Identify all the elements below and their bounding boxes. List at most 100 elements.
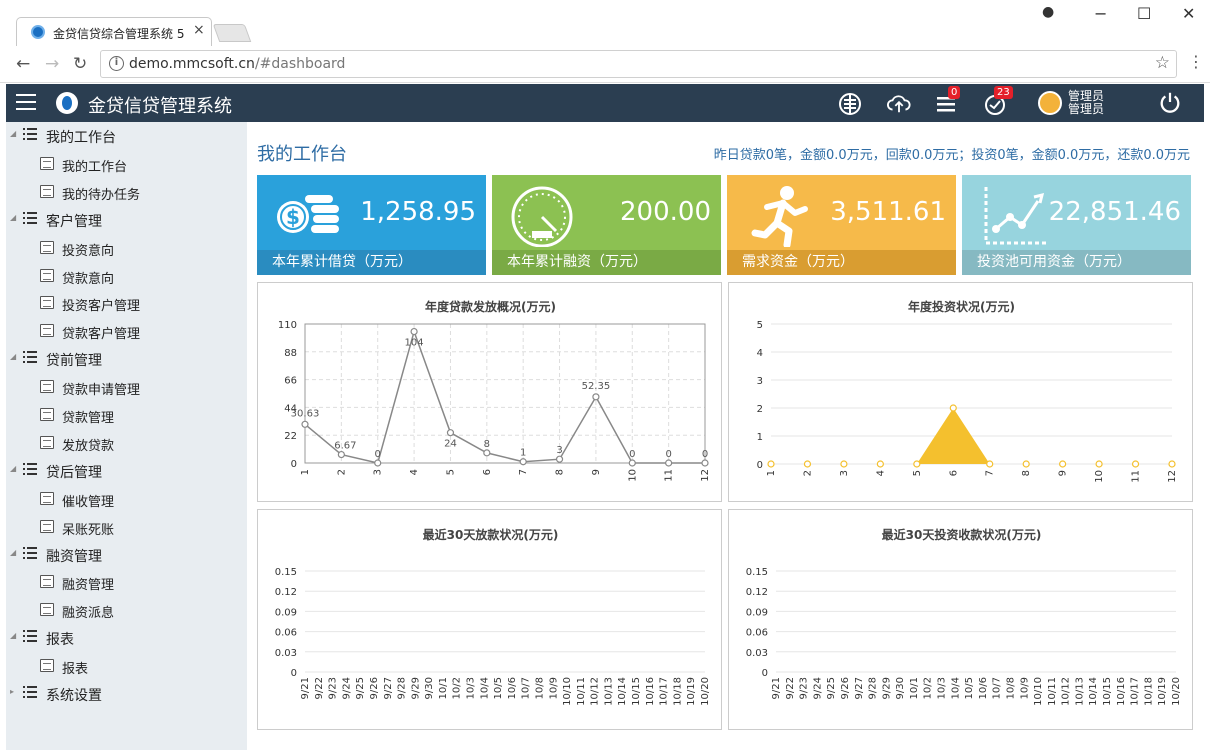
sidebar-item-1-1[interactable]: 贷款意向 — [6, 262, 247, 290]
caret-icon: ◢ — [10, 352, 17, 362]
forward-arrow-icon[interactable]: → — [45, 54, 59, 74]
data-label: 24 — [444, 439, 457, 450]
sidebar-item-1-2[interactable]: 投资客户管理 — [6, 289, 247, 317]
card-annual-financing[interactable]: 200.00 本年累计融资（万元） — [492, 175, 721, 275]
recent-loans-chart-panel: 最近30天放款状况(万元) 0 0.03 0.06 0.09 0.12 0.15 9/21 9/… — [257, 509, 722, 730]
sidebar-item-0-0[interactable]: 我的工作台 — [6, 150, 247, 178]
list-icon — [23, 351, 37, 365]
power-icon[interactable] — [1158, 90, 1182, 114]
sidebar-item-label: 我的工作台 — [62, 159, 128, 175]
hamburger-menu-icon[interactable] — [16, 94, 36, 110]
sidebar-group-1[interactable]: ◢ 客户管理 — [6, 206, 247, 234]
menu-item-icon — [40, 268, 54, 282]
x-tick-label: 10/20 — [700, 677, 711, 706]
data-point — [1022, 460, 1030, 468]
sidebar-item-4-0[interactable]: 融资管理 — [6, 568, 247, 596]
app-logo — [56, 92, 78, 114]
sidebar-item-2-1[interactable]: 贷款管理 — [6, 401, 247, 429]
x-tick-label: 10/13 — [1074, 677, 1085, 706]
x-tick-label: 10/12 — [590, 677, 601, 706]
sidebar-item-3-1[interactable]: 呆账死账 — [6, 513, 247, 541]
annual-loans-chart: 年度贷款发放概况(万元)0224466881101 2 3 4 5 6 7 8 9 10 11 123… — [278, 299, 711, 482]
x-tick-label: 10/1 — [909, 677, 920, 699]
maximize-button[interactable]: ☐ — [1137, 4, 1151, 23]
reload-icon[interactable]: ↻ — [73, 54, 87, 74]
menu-item-icon — [40, 575, 54, 589]
menu-item-icon — [40, 491, 54, 505]
sidebar-item-2-2[interactable]: 发放贷款 — [6, 429, 247, 457]
bookmark-star-icon[interactable]: ☆ — [1155, 53, 1170, 73]
sidebar-group-0[interactable]: ◢ 我的工作台 — [6, 122, 247, 150]
sidebar-item-0-1[interactable]: 我的待办任务 — [6, 178, 247, 206]
cloud-upload-icon[interactable] — [887, 92, 911, 116]
user-name-line2[interactable]: 管理员 — [1068, 103, 1104, 116]
user-avatar[interactable] — [1038, 91, 1062, 115]
menu-item-icon — [40, 519, 54, 533]
card-value: 200.00 — [620, 197, 711, 227]
y-tick-label: 4 — [757, 348, 763, 359]
sidebar-group-5[interactable]: ◢ 报表 — [6, 624, 247, 652]
menu-item-icon — [40, 435, 54, 449]
caret-icon: ◢ — [10, 547, 17, 557]
x-tick-label: 10/6 — [507, 677, 518, 699]
x-tick-label: 10/2 — [452, 677, 463, 699]
data-point — [1131, 460, 1140, 468]
sidebar-group-2[interactable]: ◢ 贷前管理 — [6, 345, 247, 373]
minimize-button[interactable]: − — [1094, 4, 1107, 23]
x-tick-label: 10/19 — [1157, 677, 1168, 706]
sidebar-item-5-0[interactable]: 报表 — [6, 652, 247, 680]
x-tick-label: 10/14 — [617, 677, 628, 706]
x-tick-label: 10/12 — [1061, 677, 1072, 706]
card-investment-pool[interactable]: 22,851.46 投资池可用资金（万元） — [962, 175, 1191, 275]
tab-title: 金贷信贷综合管理系统 5 — [53, 27, 185, 41]
x-tick-label: 10/11 — [576, 677, 587, 706]
x-tick-label: 10/8 — [534, 677, 545, 699]
x-tick-label: 6 — [482, 469, 493, 475]
sidebar-item-3-0[interactable]: 催收管理 — [6, 485, 247, 513]
sidebar-group-label: 报表 — [46, 632, 74, 649]
back-arrow-icon[interactable]: ← — [16, 54, 30, 74]
running-man-icon — [751, 186, 808, 247]
sidebar-group-3[interactable]: ◢ 贷后管理 — [6, 457, 247, 485]
new-tab-button[interactable] — [212, 24, 252, 42]
x-tick-label: 9/29 — [881, 677, 892, 699]
sidebar-group-6[interactable]: ▸ 系统设置 — [6, 680, 247, 708]
site-info-icon[interactable]: i — [109, 56, 124, 71]
browser-menu-icon[interactable]: ⋮ — [1188, 52, 1204, 71]
x-tick-label: 12 — [1167, 470, 1178, 483]
sidebar-item-2-0[interactable]: 贷款申请管理 — [6, 373, 247, 401]
chart-title: 年度投资状况(万元) — [908, 299, 1015, 314]
card-annual-loans[interactable]: $ 1,258.95 本年累计借贷（万元） — [257, 175, 486, 275]
data-label: 0 — [702, 449, 708, 460]
x-tick-label: 10/6 — [978, 677, 989, 699]
x-tick-label: 9/23 — [799, 677, 810, 699]
svg-text:$: $ — [286, 205, 300, 229]
daily-summary: 昨日贷款0笔，金额0.0万元，回款0.0万元；投资0笔，金额0.0万元，还款0.… — [713, 148, 1190, 163]
url-input[interactable]: i demo.mmcsoft.cn/#dashboard ☆ — [100, 50, 1177, 78]
x-tick-label: 10 — [1094, 470, 1105, 483]
profile-icon[interactable]: ● — [1042, 4, 1054, 20]
x-tick-label: 10/16 — [1116, 677, 1127, 706]
sidebar-group-4[interactable]: ◢ 融资管理 — [6, 541, 247, 569]
x-tick-label: 10/10 — [1033, 677, 1044, 706]
sidebar-item-label: 投资客户管理 — [62, 299, 141, 315]
x-tick-label: 5 — [445, 469, 456, 475]
card-funding-demand[interactable]: 3,511.61 需求资金（万元） — [727, 175, 956, 275]
data-label: 0 — [375, 449, 381, 460]
close-window-button[interactable]: ✕ — [1182, 4, 1195, 23]
x-tick-label: 9/28 — [397, 677, 408, 699]
x-tick-label: 10/17 — [1130, 677, 1141, 706]
sidebar-item-4-1[interactable]: 融资派息 — [6, 596, 247, 624]
x-tick-label: 10/18 — [1143, 677, 1154, 706]
data-point — [986, 460, 994, 468]
data-point — [665, 459, 673, 467]
sidebar-item-1-3[interactable]: 贷款客户管理 — [6, 317, 247, 345]
y-tick-label: 0 — [291, 668, 297, 679]
line-chart-icon — [984, 187, 1046, 245]
menu-item-icon — [40, 156, 54, 170]
tab-close-icon[interactable]: × — [193, 22, 205, 38]
list-icon — [23, 630, 37, 644]
sidebar-item-1-0[interactable]: 投资意向 — [6, 234, 247, 262]
browser-tab[interactable]: 金贷信贷综合管理系统 5 × — [16, 17, 212, 46]
globe-icon[interactable] — [838, 92, 862, 116]
